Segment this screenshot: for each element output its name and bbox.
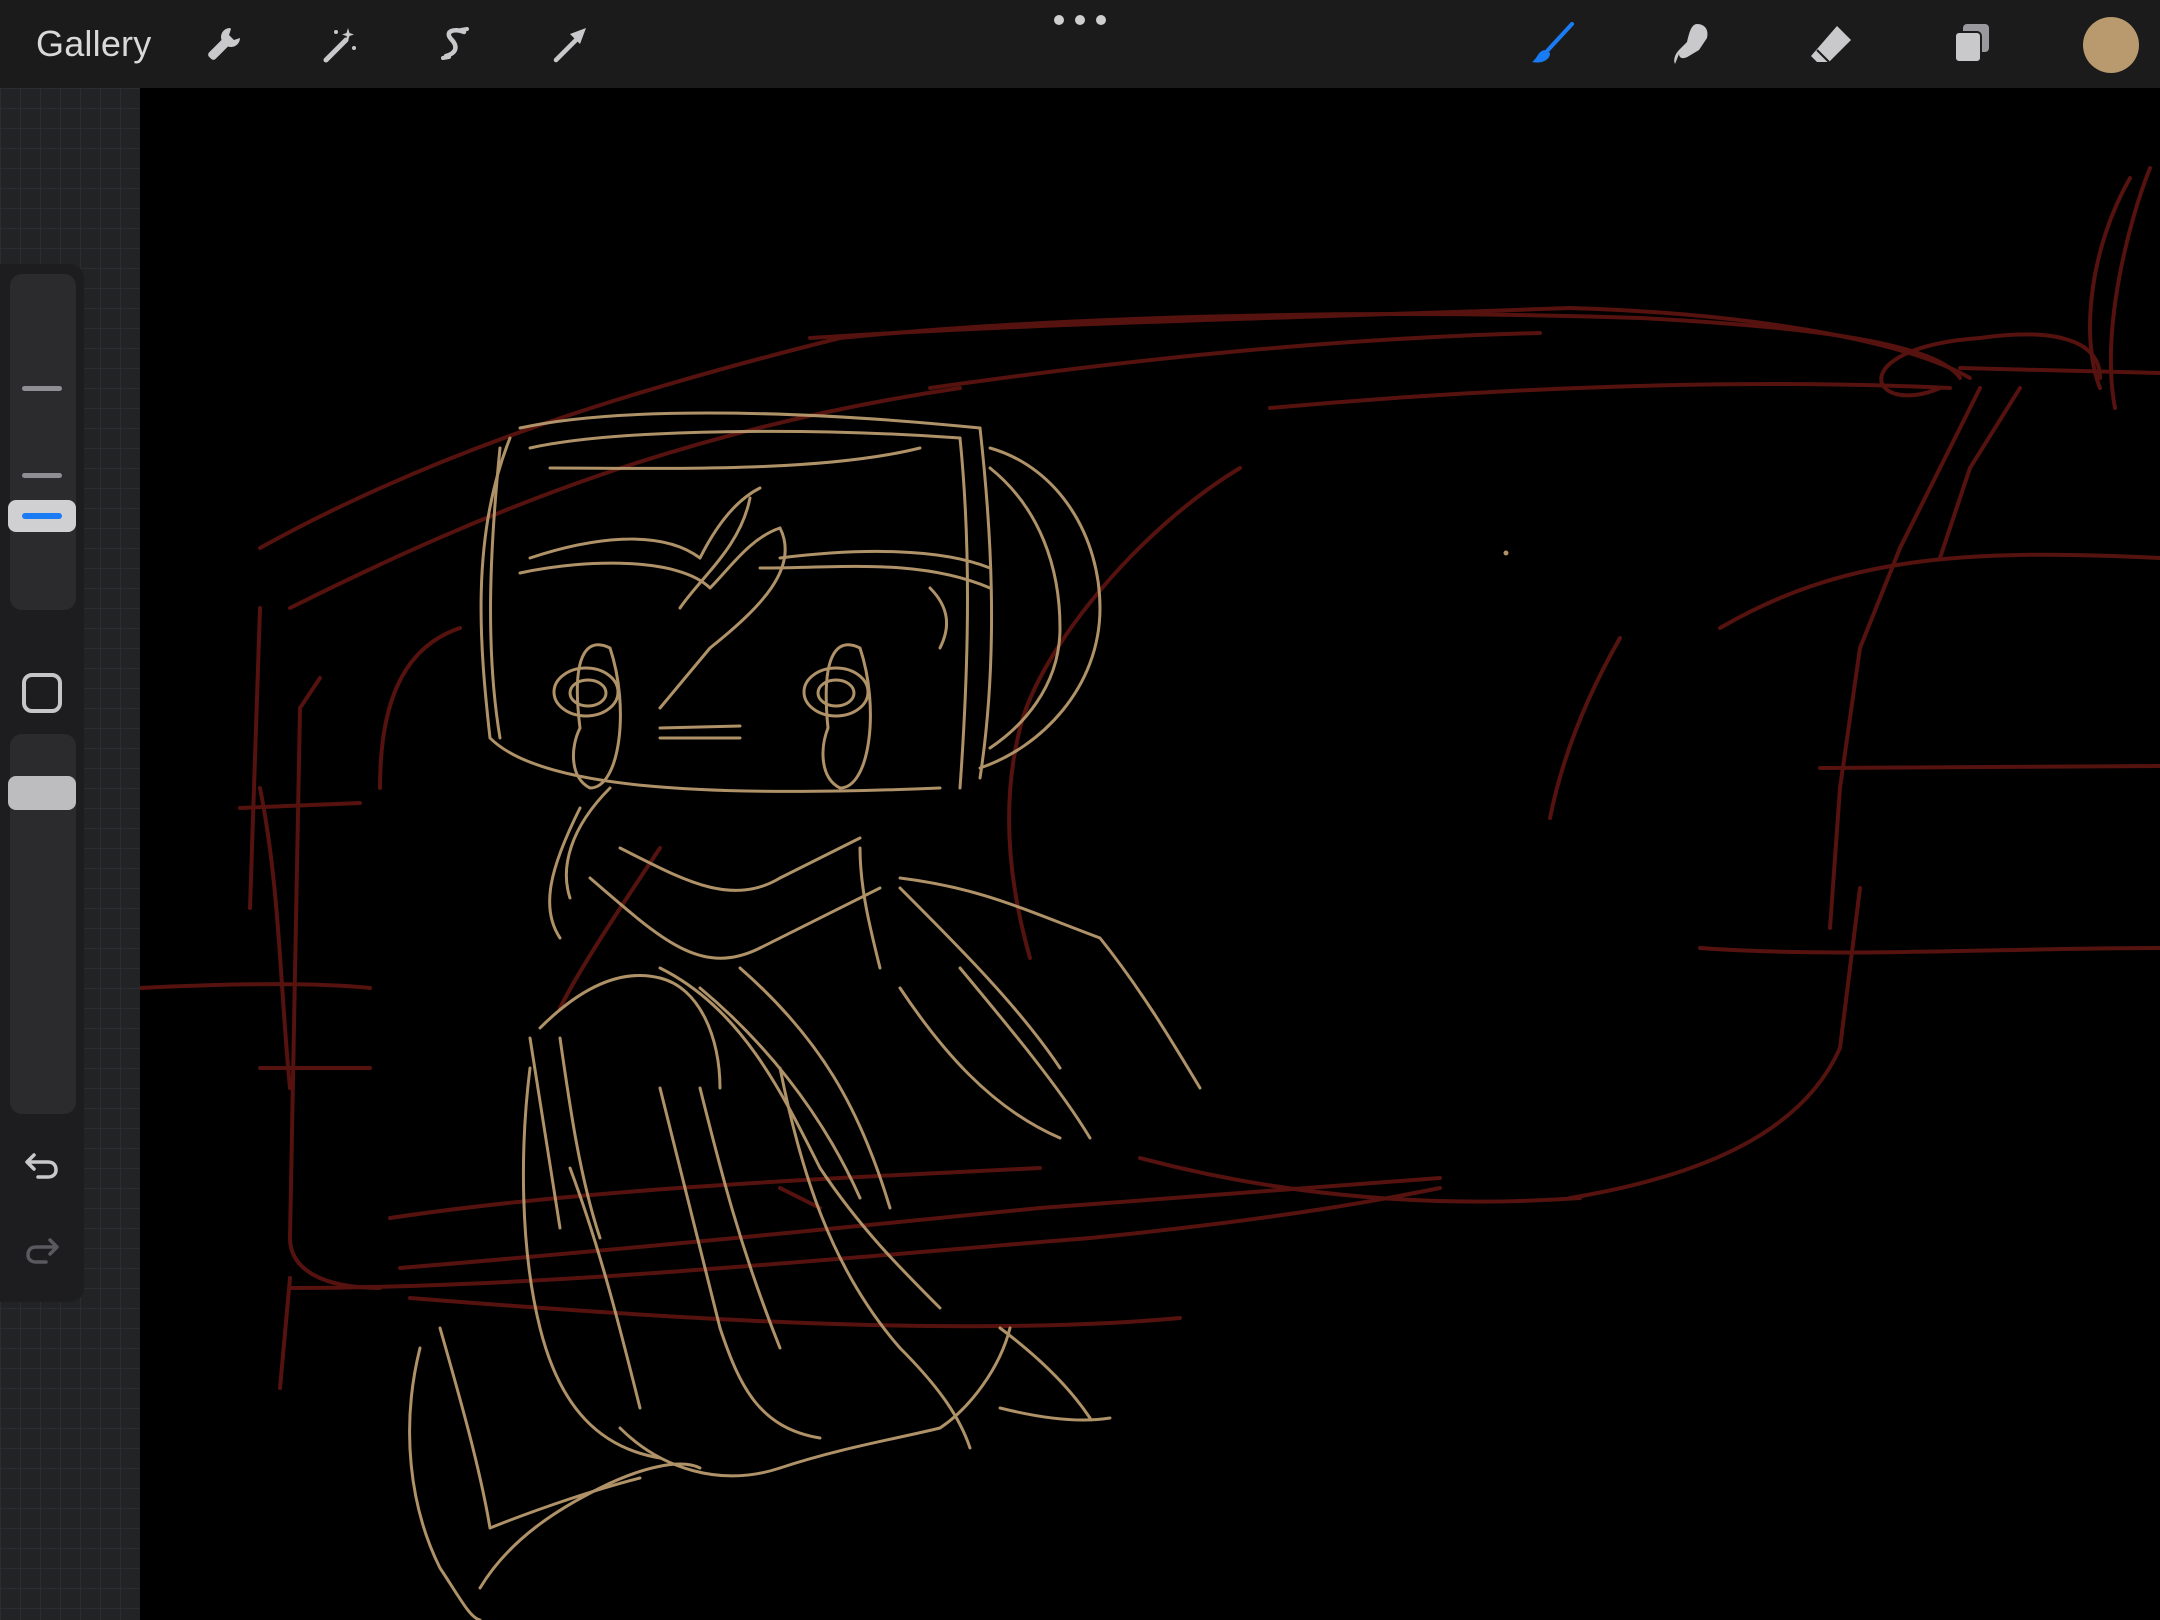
color-swatch[interactable] bbox=[2083, 17, 2139, 73]
undo-button[interactable] bbox=[18, 1141, 66, 1189]
selection-button[interactable] bbox=[425, 14, 485, 74]
eraser-icon bbox=[1811, 26, 1851, 63]
brush-size-thumb[interactable] bbox=[8, 500, 76, 532]
selection-s-icon bbox=[441, 27, 469, 60]
redo-arrow-icon bbox=[26, 1238, 59, 1264]
adjustments-button[interactable] bbox=[310, 14, 370, 74]
redo-button[interactable] bbox=[18, 1226, 66, 1274]
sidebar bbox=[0, 264, 84, 1302]
smudge-finger-icon bbox=[1674, 24, 1708, 64]
modify-button[interactable] bbox=[22, 673, 62, 713]
size-tick bbox=[22, 473, 62, 478]
rough-sketch-layer bbox=[140, 166, 2160, 1390]
drawing-canvas[interactable] bbox=[140, 88, 2160, 1620]
brush-opacity-thumb[interactable] bbox=[8, 776, 76, 810]
undo-arrow-icon bbox=[25, 1153, 58, 1179]
brush-icon bbox=[1532, 22, 1574, 63]
brush-size-slider[interactable] bbox=[10, 274, 76, 610]
actions-button[interactable] bbox=[194, 14, 254, 74]
sketch-artwork bbox=[140, 166, 2160, 1620]
gallery-button[interactable]: Gallery bbox=[36, 20, 151, 68]
transform-arrow-icon bbox=[553, 28, 586, 63]
wrench-icon bbox=[208, 27, 241, 60]
size-thumb-indicator bbox=[22, 513, 62, 519]
transform-button[interactable] bbox=[540, 14, 600, 74]
top-toolbar: Gallery bbox=[0, 0, 2160, 88]
layers-icon bbox=[1954, 24, 1989, 63]
brush-button[interactable] bbox=[1522, 14, 1582, 74]
lineart-sketch-layer bbox=[408, 411, 1509, 1620]
eraser-button[interactable] bbox=[1801, 14, 1861, 74]
magic-wand-icon bbox=[323, 28, 356, 63]
size-tick bbox=[22, 386, 62, 391]
layers-button[interactable] bbox=[1941, 14, 2001, 74]
smudge-button[interactable] bbox=[1661, 14, 1721, 74]
more-dots-icon[interactable] bbox=[1054, 8, 1106, 32]
